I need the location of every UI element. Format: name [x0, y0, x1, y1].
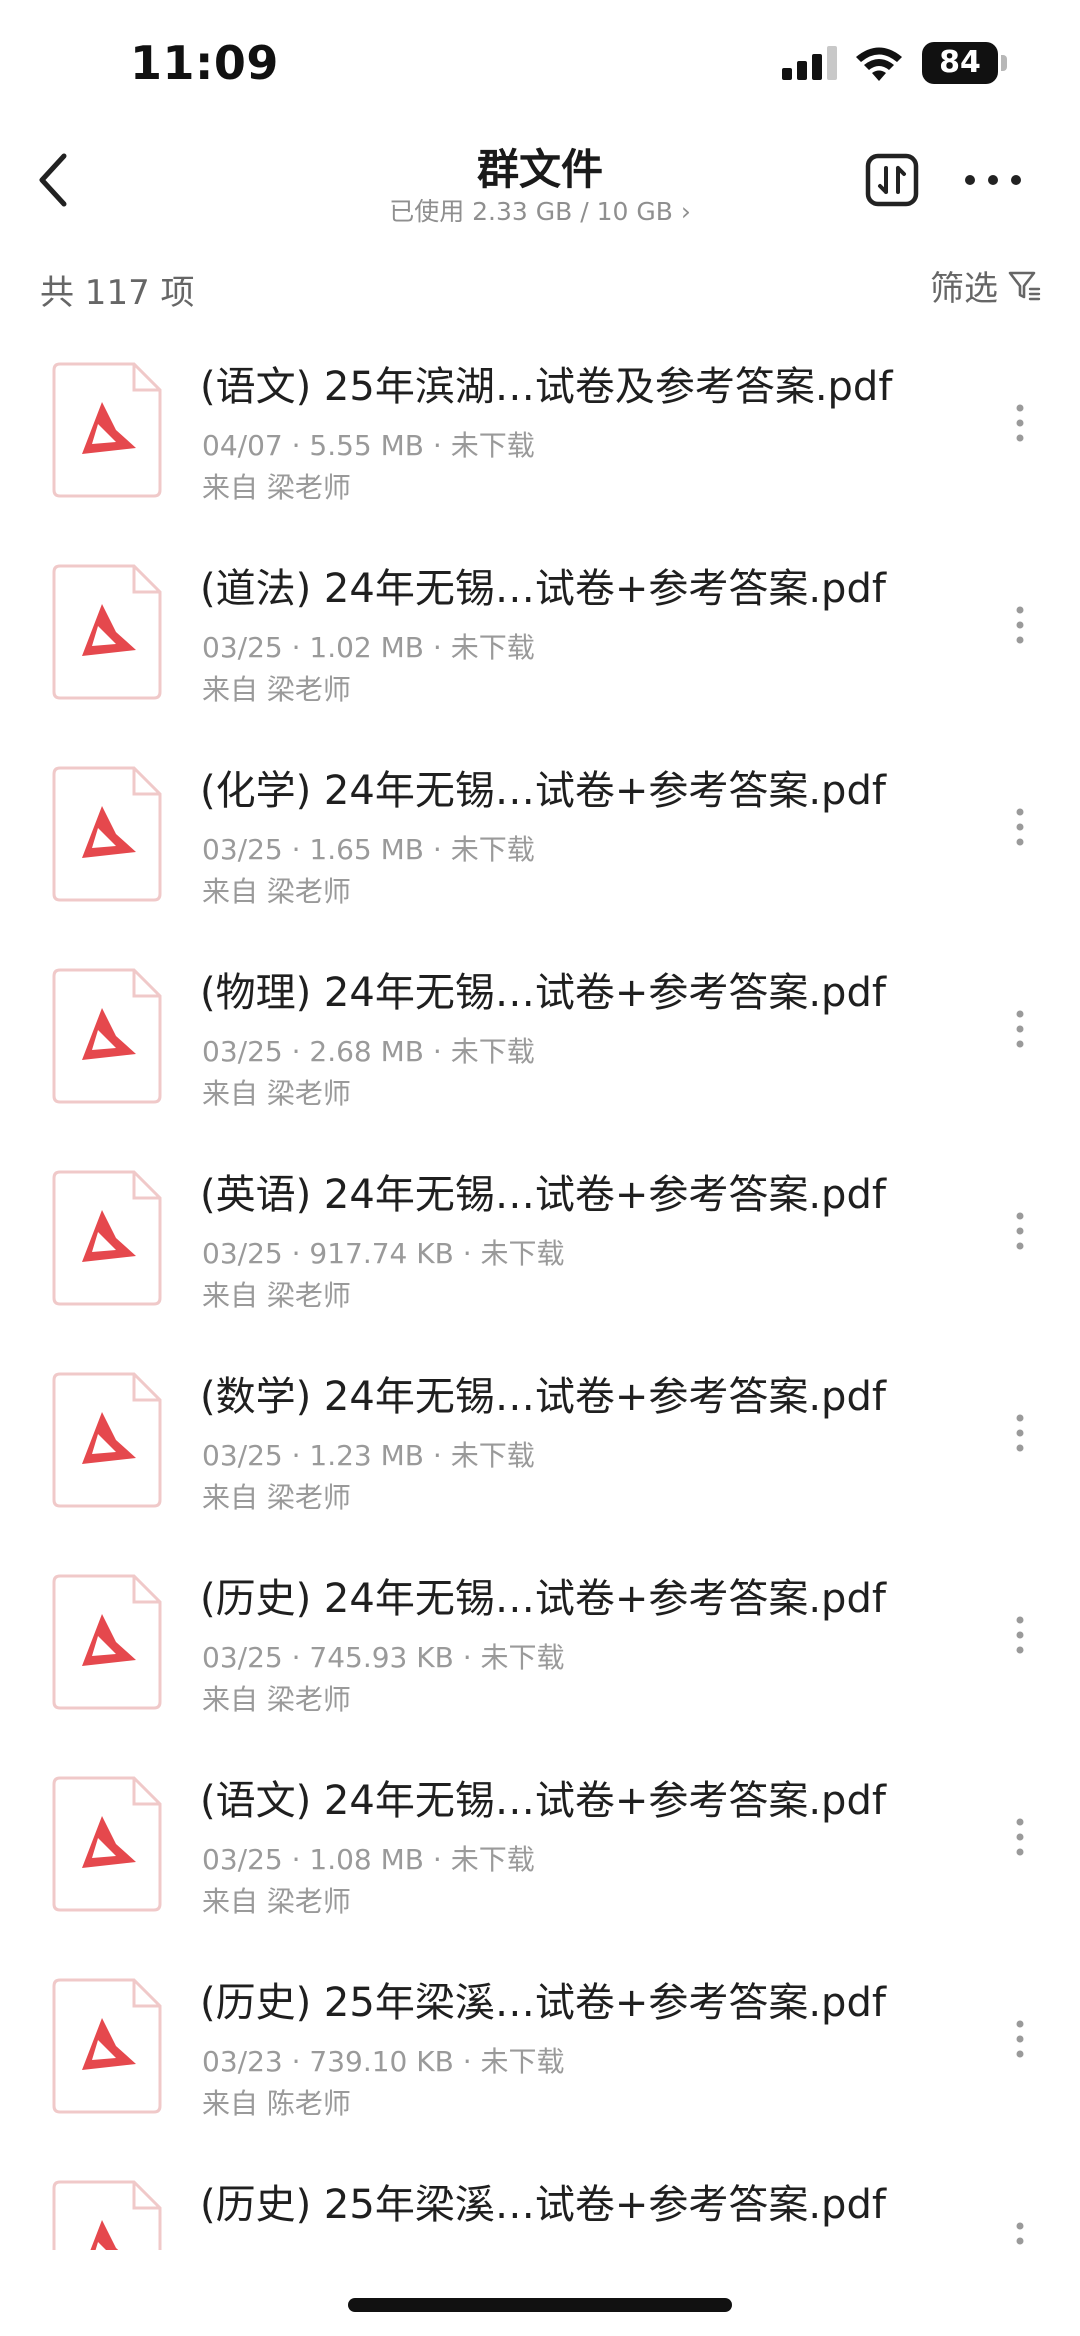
file-more-icon[interactable]	[1000, 1812, 1040, 1862]
file-source: 来自 梁老师	[202, 1481, 351, 1514]
pdf-file-icon	[52, 968, 162, 1104]
file-name: (语文) 25年滨湖…试卷及参考答案.pdf	[200, 364, 893, 410]
file-more-icon[interactable]	[1000, 1408, 1040, 1458]
file-meta: 03/25 · 745.93 KB · 未下载	[202, 1641, 565, 1674]
file-list: (语文) 25年滨湖…试卷及参考答案.pdf 04/07 · 5.55 MB · …	[0, 338, 1080, 2250]
file-name: (语文) 24年无锡…试卷+参考答案.pdf	[200, 1778, 886, 1824]
file-source: 来自 梁老师	[202, 875, 351, 908]
filter-button[interactable]: 筛选	[930, 262, 1042, 309]
filter-icon	[1008, 271, 1041, 301]
file-source: 来自 陈老师	[202, 2087, 351, 2120]
file-meta: 03/25 · 2.68 MB · 未下载	[202, 1035, 535, 1068]
file-name: (物理) 24年无锡…试卷+参考答案.pdf	[200, 970, 886, 1016]
file-more-icon[interactable]	[1000, 2216, 1040, 2250]
pdf-file-icon	[52, 1372, 162, 1508]
file-meta: 03/25 · 1.65 MB · 未下载	[202, 833, 535, 866]
file-source: 来自 梁老师	[202, 673, 351, 706]
pdf-file-icon	[52, 564, 162, 700]
file-name: (历史) 25年梁溪…试卷+参考答案.pdf	[200, 2182, 886, 2228]
file-item[interactable]: (语文) 25年滨湖…试卷及参考答案.pdf 04/07 · 5.55 MB · …	[0, 338, 1080, 540]
file-source: 来自 梁老师	[202, 471, 351, 504]
battery-tip	[1001, 55, 1007, 71]
pdf-file-icon	[52, 2180, 162, 2250]
filter-label: 筛选	[930, 268, 998, 309]
file-name: (数学) 24年无锡…试卷+参考答案.pdf	[200, 1374, 886, 1420]
file-item[interactable]: (物理) 24年无锡…试卷+参考答案.pdf 03/25 · 2.68 MB · …	[0, 944, 1080, 1146]
file-source: 来自 梁老师	[202, 1885, 351, 1918]
file-meta: 03/25 · 917.74 KB · 未下载	[202, 1237, 565, 1270]
file-more-icon[interactable]	[1000, 1206, 1040, 1256]
file-meta: 03/25 · 1.08 MB · 未下载	[202, 1843, 535, 1876]
file-name: (历史) 25年梁溪…试卷+参考答案.pdf	[200, 1980, 886, 2026]
file-more-icon[interactable]	[1000, 1004, 1040, 1054]
file-more-icon[interactable]	[1000, 2014, 1040, 2064]
pdf-file-icon	[52, 1574, 162, 1710]
file-item[interactable]: (历史) 25年梁溪…试卷+参考答案.pdf	[0, 2156, 1080, 2250]
file-name: (道法) 24年无锡…试卷+参考答案.pdf	[200, 566, 886, 612]
file-source: 来自 梁老师	[202, 1077, 351, 1110]
file-more-icon[interactable]	[1000, 1610, 1040, 1660]
file-source: 来自 梁老师	[202, 1279, 351, 1312]
status-time: 11:09	[130, 36, 279, 90]
file-item[interactable]: (道法) 24年无锡…试卷+参考答案.pdf 03/25 · 1.02 MB · …	[0, 540, 1080, 742]
header: 群文件 已使用 2.33 GB / 10 GB ›	[0, 120, 1080, 240]
file-meta: 04/07 · 5.55 MB · 未下载	[202, 429, 535, 462]
file-source: 来自 梁老师	[202, 1683, 351, 1716]
pdf-file-icon	[52, 1776, 162, 1912]
file-name: (化学) 24年无锡…试卷+参考答案.pdf	[200, 768, 886, 814]
pdf-file-icon	[52, 766, 162, 902]
file-count: 共 117 项	[40, 273, 195, 313]
file-more-icon[interactable]	[1000, 398, 1040, 448]
file-meta: 03/25 · 1.23 MB · 未下载	[202, 1439, 535, 1472]
file-meta: 03/25 · 1.02 MB · 未下载	[202, 631, 535, 664]
pdf-file-icon	[52, 1170, 162, 1306]
pdf-file-icon	[52, 1978, 162, 2114]
file-item[interactable]: (英语) 24年无锡…试卷+参考答案.pdf 03/25 · 917.74 KB …	[0, 1146, 1080, 1348]
home-indicator[interactable]	[348, 2298, 732, 2312]
file-item[interactable]: (语文) 24年无锡…试卷+参考答案.pdf 03/25 · 1.08 MB · …	[0, 1752, 1080, 1954]
more-dots-icon[interactable]	[960, 160, 1030, 200]
file-name: (英语) 24年无锡…试卷+参考答案.pdf	[200, 1172, 886, 1218]
file-more-icon[interactable]	[1000, 600, 1040, 650]
file-item[interactable]: (历史) 25年梁溪…试卷+参考答案.pdf 03/23 · 739.10 KB …	[0, 1954, 1080, 2156]
status-bar: 11:09 84	[0, 0, 1080, 130]
battery-icon: 84	[922, 42, 1010, 84]
file-item[interactable]: (数学) 24年无锡…试卷+参考答案.pdf 03/25 · 1.23 MB · …	[0, 1348, 1080, 1550]
cellular-signal-icon	[782, 46, 837, 80]
file-item[interactable]: (历史) 24年无锡…试卷+参考答案.pdf 03/25 · 745.93 KB …	[0, 1550, 1080, 1752]
file-item[interactable]: (化学) 24年无锡…试卷+参考答案.pdf 03/25 · 1.65 MB · …	[0, 742, 1080, 944]
file-more-icon[interactable]	[1000, 802, 1040, 852]
sort-icon[interactable]	[860, 148, 924, 212]
battery-level: 84	[922, 42, 998, 84]
file-meta: 03/23 · 739.10 KB · 未下载	[202, 2045, 565, 2078]
wifi-icon	[856, 47, 902, 81]
pdf-file-icon	[52, 362, 162, 498]
file-name: (历史) 24年无锡…试卷+参考答案.pdf	[200, 1576, 886, 1622]
